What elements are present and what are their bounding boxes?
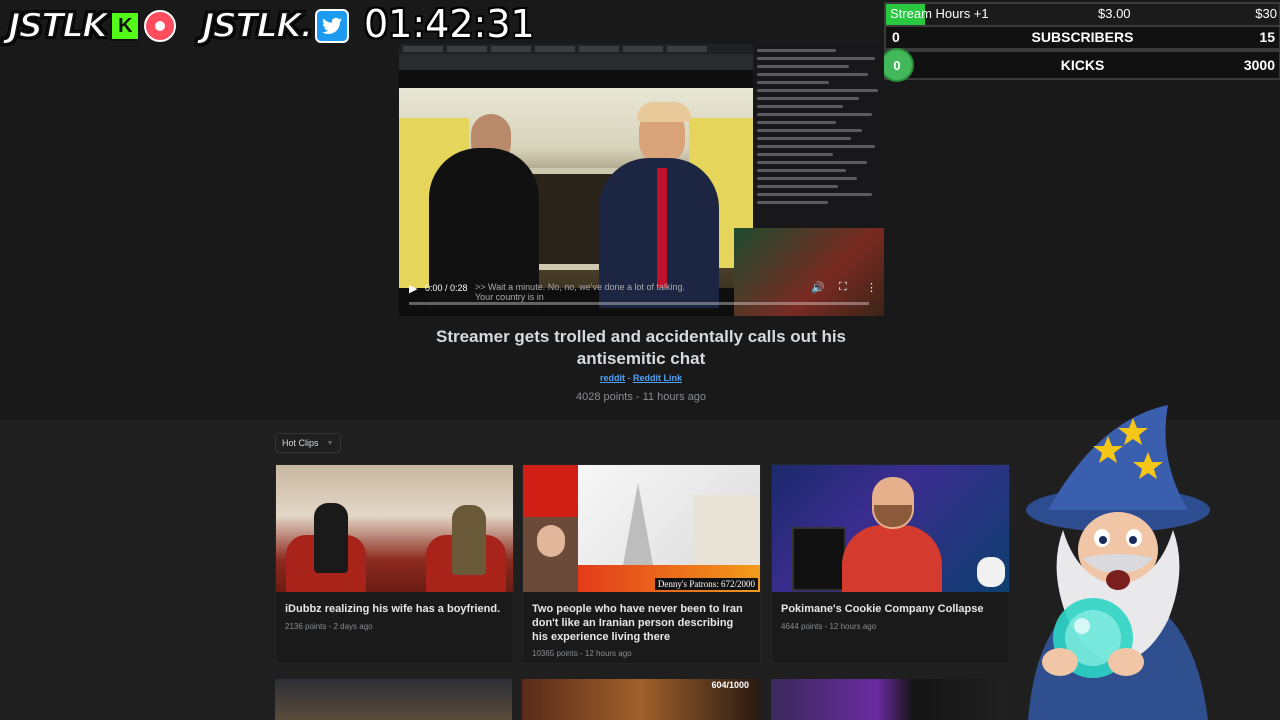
logo-text: JSTLK — [7, 5, 109, 47]
record-icon — [144, 10, 177, 42]
clip-card[interactable]: Denny's Patrons: 672/2000 Two people who… — [522, 464, 761, 664]
thumbnail-overlay-text: 604/1000 — [711, 680, 749, 690]
video-progress-bar[interactable] — [409, 302, 869, 305]
video-player[interactable]: ▶ 0:00 / 0:28 >> Wait a minute. No, no, … — [399, 44, 884, 316]
clip-card[interactable]: iDubbz realizing his wife has a boyfrien… — [275, 464, 514, 664]
stream-hours-goal: Stream Hours +1 $3.00 $30 — [884, 2, 1280, 27]
goal-max: 3000 — [1243, 57, 1275, 73]
logo-text: JSTLK. — [201, 5, 314, 47]
clip-meta: 4644 points - 12 hours ago — [781, 622, 877, 631]
fullscreen-icon[interactable]: ⛶ — [839, 281, 847, 294]
volume-icon[interactable]: 🔊 — [811, 281, 825, 294]
video-controls: ▶ 0:00 / 0:28 >> Wait a minute. No, no, … — [399, 278, 884, 316]
post-title: Streamer gets trolled and accidentally c… — [435, 327, 847, 368]
goal-label: Stream Hours +1 — [890, 6, 989, 21]
goal-label: KICKS — [1060, 57, 1105, 73]
clip-thumbnail[interactable] — [275, 679, 512, 720]
clip-thumbnail[interactable]: 604/1000 — [522, 679, 759, 720]
select-value: Hot Clips — [282, 438, 319, 448]
post-meta: 4028 points - 11 hours ago — [575, 391, 707, 403]
play-icon[interactable]: ▶ — [409, 282, 417, 295]
stream-timer: 01:42:31 — [364, 2, 535, 46]
video-frame — [399, 88, 753, 308]
kick-logo: JSTLK K — [7, 5, 177, 47]
clip-thumbnail[interactable] — [772, 465, 1009, 592]
clip-thumbnail[interactable] — [276, 465, 513, 592]
clip-title[interactable]: Two people who have never been to Iran d… — [532, 602, 752, 644]
embedded-chat — [753, 44, 884, 228]
reddit-post-link[interactable]: Reddit Link — [633, 373, 682, 383]
subscribers-goal: 0 SUBSCRIBERS 15 — [884, 25, 1280, 50]
thumbnail-overlay-text: Denny's Patrons: 672/2000 — [654, 578, 758, 590]
post-links: reddit - Reddit Link — [400, 373, 882, 383]
reddit-link[interactable]: reddit — [600, 373, 625, 383]
twitter-logo: JSTLK. — [201, 5, 350, 47]
twitter-icon — [315, 9, 350, 43]
clip-meta: 2136 points - 2 days ago — [285, 622, 373, 631]
goal-max: 15 — [1259, 29, 1275, 45]
clip-title[interactable]: Pokimane's Cookie Company Collapse — [781, 602, 1001, 616]
kick-icon: K — [110, 11, 141, 41]
video-time: 0:00 / 0:28 — [425, 283, 468, 293]
clip-title[interactable]: iDubbz realizing his wife has a boyfrien… — [285, 602, 505, 616]
goal-max: $30 — [1255, 6, 1277, 21]
clip-thumbnail[interactable]: Denny's Patrons: 672/2000 — [523, 465, 760, 592]
video-caption: >> Wait a minute. No, no, we've done a l… — [475, 282, 686, 302]
clip-card[interactable]: Pokimane's Cookie Company Collapse 4644 … — [771, 464, 1010, 664]
clip-thumbnail[interactable] — [771, 679, 1008, 720]
clip-meta: 10365 points - 12 hours ago — [532, 649, 632, 658]
more-options-icon[interactable]: ⋮ — [866, 281, 877, 294]
clips-filter-select[interactable]: Hot Clips ▼ — [275, 433, 341, 453]
chevron-down-icon: ▼ — [326, 439, 334, 447]
goal-current: $3.00 — [1098, 6, 1131, 21]
embedded-browser-bar — [399, 44, 753, 70]
goal-label: SUBSCRIBERS — [1031, 29, 1134, 45]
link-separator: - — [625, 373, 633, 383]
wizard-mascot-icon — [1026, 405, 1210, 720]
kicks-goal: 0 KICKS 3000 — [880, 48, 1280, 82]
